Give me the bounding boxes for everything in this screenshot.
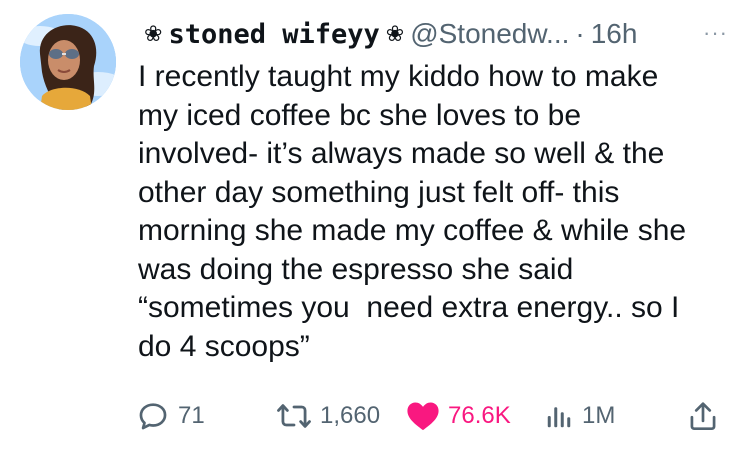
avatar-photo bbox=[20, 14, 116, 110]
reply-count: 71 bbox=[178, 402, 205, 429]
views-icon bbox=[547, 407, 571, 428]
views-button[interactable]: 1M bbox=[544, 394, 615, 438]
share-icon bbox=[690, 402, 716, 431]
like-button[interactable]: 76.6K bbox=[406, 394, 511, 438]
avatar[interactable] bbox=[20, 14, 116, 110]
retweet-count: 1,660 bbox=[320, 402, 381, 429]
reply-icon bbox=[139, 403, 167, 430]
retweet-button[interactable]: 1,660 bbox=[276, 394, 380, 438]
like-count: 76.6K bbox=[448, 402, 511, 429]
reply-button[interactable]: 71 bbox=[136, 394, 205, 438]
tweet-header: ❀ stoned wifeyy ❀ @Stonedw... · 16h ··· bbox=[138, 14, 738, 54]
timestamp[interactable]: 16h bbox=[591, 18, 638, 50]
more-options-icon[interactable]: ··· bbox=[703, 20, 728, 46]
share-button[interactable] bbox=[688, 394, 718, 438]
flower-icon: ❀ bbox=[144, 21, 163, 46]
heart-icon bbox=[407, 402, 439, 431]
flower-icon: ❀ bbox=[385, 21, 405, 46]
views-count: 1M bbox=[582, 402, 616, 429]
user-handle[interactable]: @Stonedw... bbox=[410, 18, 569, 50]
separator-dot: · bbox=[575, 18, 585, 49]
retweet-icon bbox=[277, 404, 311, 428]
display-name[interactable]: stoned wifeyy bbox=[168, 19, 379, 50]
tweet-text: I recently taught my kiddo how to make m… bbox=[138, 60, 687, 363]
action-bar: 71 1,660 76.6K 1M bbox=[136, 394, 726, 438]
